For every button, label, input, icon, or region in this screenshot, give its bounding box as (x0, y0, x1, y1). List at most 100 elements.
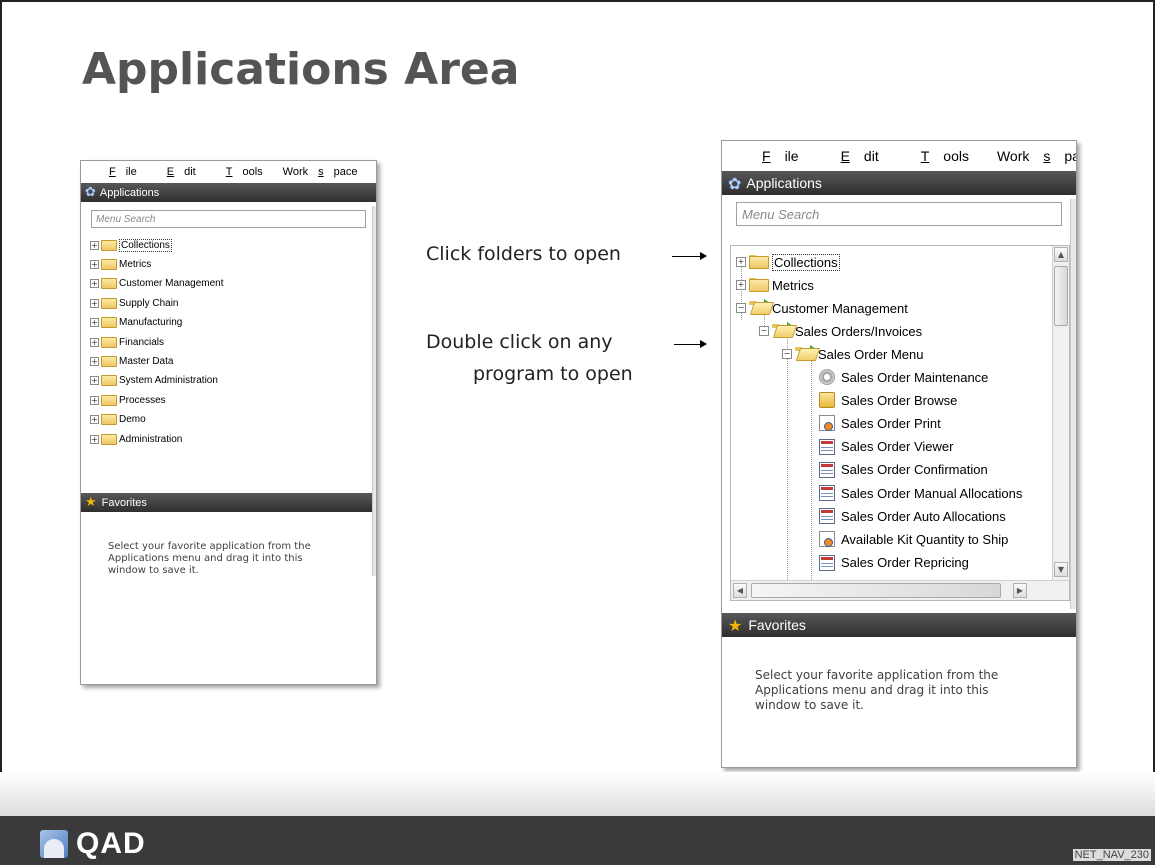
tree-program-sales-order-auto-allocations[interactable]: Sales Order Auto Allocations (819, 505, 1006, 527)
tree-program-sales-order-repricing[interactable]: Sales Order Repricing (819, 552, 969, 574)
tree-program-available-kit-quantity-to-ship[interactable]: Available Kit Quantity to Ship (819, 528, 1008, 550)
menu-file[interactable]: File (734, 148, 799, 164)
tree-label: Sales Order Manual Allocations (841, 485, 1023, 501)
grid-icon (819, 438, 835, 455)
tree-label: Sales Order Maintenance (841, 369, 989, 385)
expand-icon[interactable]: + (90, 415, 99, 425)
tree-folder-metrics[interactable]: + Metrics (736, 274, 814, 296)
menu-edit[interactable]: Edit (813, 148, 879, 164)
favorites-hint-line: Applications menu and drag it into this (755, 683, 989, 697)
scroll-thumb[interactable] (1054, 266, 1068, 326)
tree-program-sales-order-manual-allocations[interactable]: Sales Order Manual Allocations (819, 482, 1022, 504)
menu-file[interactable]: File (89, 166, 137, 178)
tree-label: Collections (772, 253, 840, 271)
vertical-scrollbar[interactable]: ▲ ▼ (1052, 246, 1069, 580)
expand-icon[interactable]: + (90, 395, 99, 405)
applications-panel-collapsed: FileEditToolsWorkspaceWindowHelp ✿ Appli… (80, 160, 377, 685)
tree-label: Demo (119, 414, 146, 426)
tree-folder-sales-orders-invoices[interactable]: − Sales Orders/Invoices (759, 320, 922, 342)
tree-label: Supply Chain (119, 297, 179, 309)
tree-folder-master-data[interactable]: + Master Data (90, 352, 173, 370)
open-folder-icon (749, 299, 770, 315)
scroll-left-button[interactable]: ◀ (733, 583, 747, 598)
search-input[interactable]: Menu Search (736, 202, 1062, 226)
expand-icon[interactable]: + (736, 257, 746, 267)
tree-program-sales-order-maintenance[interactable]: Sales Order Maintenance (819, 366, 988, 388)
grid-icon (819, 508, 835, 525)
horizontal-scrollbar[interactable]: ◀ ▶ (731, 580, 1069, 600)
tree-program-sales-order-browse[interactable]: Sales Order Browse (819, 389, 957, 411)
favorites-header: ★ Favorites (722, 613, 1076, 637)
tree-program-sales-order-confirmation[interactable]: Sales Order Confirmation (819, 459, 988, 481)
tree-label: Financials (119, 336, 165, 348)
green-arrow-icon (787, 322, 793, 330)
arrow-head-icon (700, 340, 707, 348)
print-icon (819, 531, 835, 548)
expand-icon[interactable]: + (90, 240, 99, 250)
tree-guide-line (811, 352, 812, 600)
tree-folder-customer-management[interactable]: − Customer Management (736, 297, 908, 319)
tree-program-sales-order-print[interactable]: Sales Order Print (819, 412, 941, 434)
favorites-header-label: Favorites (748, 617, 806, 633)
slide: Applications Area File Edit Tools Work s pace… (0, 0, 1155, 865)
tree-folder-customer-management[interactable]: + Customer Management (90, 275, 224, 293)
browse-icon (819, 392, 835, 409)
folder-icon (101, 394, 117, 406)
favorites-hint-line: Select your favorite application from th… (755, 668, 999, 682)
tree-folder-collections[interactable]: + Collections (90, 236, 172, 254)
tree-folder-metrics[interactable]: + Metrics (90, 255, 151, 273)
scroll-right-button[interactable]: ▶ (1013, 583, 1027, 598)
expand-icon[interactable]: + (90, 259, 99, 269)
folder-icon (101, 414, 117, 426)
tree-folder-system-administration[interactable]: + System Administration (90, 372, 218, 390)
expand-icon[interactable]: + (90, 318, 99, 328)
tree-folder-financials[interactable]: + Financials (90, 333, 164, 351)
expand-icon[interactable]: + (90, 356, 99, 366)
collapse-icon[interactable]: − (736, 303, 746, 313)
tree-label: Sales Order Confirmation (841, 462, 988, 478)
favorites-hint-line: Select your favorite application from th… (108, 541, 311, 552)
tree-folder-supply-chain[interactable]: + Supply Chain (90, 294, 178, 312)
scroll-thumb[interactable] (751, 583, 1001, 598)
favorites-hint-line: window to save it. (108, 565, 199, 576)
tree-folder-sales-order-menu[interactable]: − Sales Order Menu (782, 343, 924, 365)
tree-label: System Administration (119, 375, 218, 387)
expand-icon[interactable]: + (90, 298, 99, 308)
tree-label: Sales Order Auto Allocations (841, 508, 1006, 524)
expand-icon[interactable]: + (90, 279, 99, 289)
scroll-down-button[interactable]: ▼ (1054, 562, 1068, 577)
favorites-hint-line: Applications menu and drag it into this (108, 553, 303, 564)
panel-splitter[interactable] (372, 206, 376, 576)
expand-icon[interactable]: + (90, 434, 99, 444)
collapse-icon[interactable]: − (782, 349, 792, 359)
scroll-up-button[interactable]: ▲ (1054, 247, 1068, 262)
expand-icon[interactable]: + (736, 280, 746, 290)
tree-program-sales-order-viewer[interactable]: Sales Order Viewer (819, 436, 953, 458)
menu-window[interactable]: Window (367, 166, 376, 178)
expand-icon[interactable]: + (90, 337, 99, 347)
panel-splitter[interactable] (1070, 199, 1076, 609)
tree-folder-collections[interactable]: + Collections (736, 251, 840, 273)
search-input[interactable]: Menu Search (91, 210, 366, 228)
menu-tools[interactable]: Tools (893, 148, 969, 164)
star-icon: ★ (728, 615, 743, 635)
tree-folder-demo[interactable]: + Demo (90, 411, 146, 429)
folder-icon (101, 278, 117, 290)
tree-folder-processes[interactable]: + Processes (90, 391, 166, 409)
star-icon: ★ (85, 495, 97, 510)
tree-folder-manufacturing[interactable]: + Manufacturing (90, 314, 182, 332)
annotation-click-folders: Click folders to open (426, 243, 621, 265)
tree-folder-administration[interactable]: + Administration (90, 430, 182, 448)
collapse-icon[interactable]: − (759, 326, 769, 336)
gear-icon: ✿ (85, 185, 96, 200)
arrow-line (672, 256, 702, 257)
tree-label: Sales Order Browse (841, 392, 958, 408)
grid-icon (819, 461, 835, 478)
expand-icon[interactable]: + (90, 376, 99, 386)
menu-workspace[interactable]: Workspace (983, 148, 1076, 164)
green-arrow-icon (810, 345, 816, 353)
menu-tools[interactable]: Tools (206, 166, 263, 178)
menu-workspace[interactable]: Workspace (273, 166, 358, 178)
tree-label: Sales Orders/Invoices (795, 323, 923, 339)
menu-edit[interactable]: Edit (147, 166, 196, 178)
